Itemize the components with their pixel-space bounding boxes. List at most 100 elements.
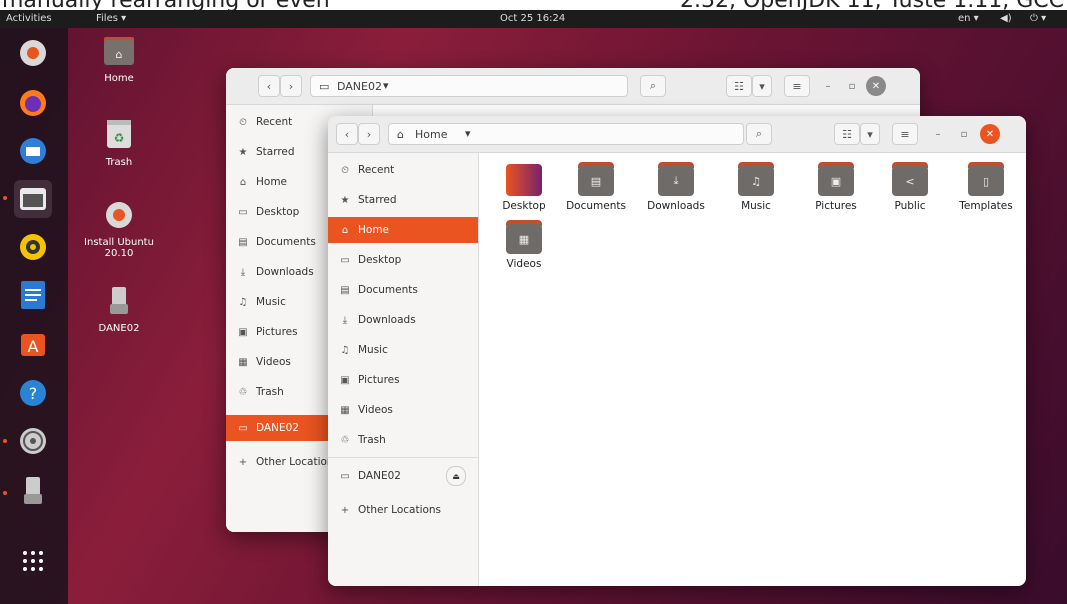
desktop-icon-install-ubuntu[interactable]: Install Ubuntu 20.10	[74, 200, 164, 259]
menu-button[interactable]: ≡	[784, 75, 810, 97]
sidebar-item-downloads[interactable]: ⤓ Downloads	[328, 307, 478, 333]
svg-text:?: ?	[29, 384, 38, 403]
path-bar[interactable]: ▭ DANE02 ▾	[310, 75, 628, 97]
folder-documents[interactable]: ▤ Documents	[560, 162, 632, 212]
plus-icon: +	[340, 504, 350, 516]
header-bar: ‹ › ▭ DANE02 ▾ ⌕ ☷ ▾ ≡ – ▫ ✕	[226, 68, 920, 105]
star-icon: ★	[238, 146, 248, 158]
minimize-button[interactable]: –	[818, 76, 838, 96]
firefox-icon[interactable]	[14, 84, 52, 122]
volume-icon[interactable]: ◀)	[1000, 13, 1012, 24]
download-icon: ⤓	[342, 314, 348, 326]
drive-icon: ▭	[340, 470, 350, 482]
rhythmbox-icon[interactable]	[14, 228, 52, 266]
svg-text:⌂: ⌂	[116, 48, 123, 61]
folder-music[interactable]: ♫ Music	[720, 162, 792, 212]
header-bar: ‹ › ⌂ Home ▾ ⌕ ☷ ▾ ≡ – ▫ ✕	[328, 116, 1026, 153]
chevron-down-icon[interactable]: ▾	[465, 127, 471, 140]
desktop-icon-label: Trash	[105, 157, 133, 168]
top-bar: Activities Files ▾ Oct 25 16:24 en ▾ ◀) …	[0, 10, 1067, 28]
drive-icon: ▭	[238, 422, 248, 434]
desktop-folder-icon	[506, 162, 542, 196]
software-icon[interactable]: A	[14, 324, 52, 362]
activities-button[interactable]: Activities	[6, 13, 52, 24]
power-menu[interactable]: ⏻ ▾	[1030, 13, 1046, 24]
menu-button[interactable]: ≡	[892, 123, 918, 145]
back-button[interactable]: ‹	[258, 75, 280, 97]
sidebar-item-recent[interactable]: ⏲ Recent	[328, 157, 478, 183]
dock: A ?	[0, 28, 68, 604]
home-icon: ⌂	[397, 128, 404, 141]
star-icon: ★	[340, 194, 350, 206]
usb-icon[interactable]	[14, 472, 52, 510]
video-icon: ▦	[340, 404, 350, 416]
sidebar-item-other-locations[interactable]: + Other Locations	[328, 497, 478, 523]
sidebar-item-music[interactable]: ♫ Music	[328, 337, 478, 363]
running-indicator	[3, 491, 7, 495]
desktop-icon: ▭	[340, 254, 350, 266]
view-options-button[interactable]: ▾	[860, 123, 880, 145]
desktop-icon-label: Install Ubuntu 20.10	[84, 237, 154, 259]
sidebar-item-starred[interactable]: ★ Starred	[328, 187, 478, 213]
thunderbird-icon[interactable]	[14, 132, 52, 170]
maximize-button[interactable]: ▫	[842, 76, 862, 96]
close-button[interactable]: ✕	[980, 124, 1000, 144]
path-bar[interactable]: ⌂ Home ▾	[388, 123, 744, 145]
music-folder-icon: ♫	[738, 162, 774, 196]
files-icon[interactable]	[14, 180, 52, 218]
help-icon[interactable]: ?	[14, 374, 52, 412]
folder-pictures[interactable]: ▣ Pictures	[800, 162, 872, 212]
sidebar-item-home[interactable]: ⌂ Home	[328, 217, 478, 243]
disc-icon[interactable]	[14, 422, 52, 460]
desktop-icon-label: Home	[104, 73, 134, 84]
search-button[interactable]: ⌕	[746, 123, 772, 145]
search-button[interactable]: ⌕	[640, 75, 666, 97]
close-button[interactable]: ✕	[866, 76, 886, 96]
forward-button[interactable]: ›	[358, 123, 380, 145]
path-location[interactable]: Home	[415, 128, 447, 141]
app-menu[interactable]: Files ▾	[96, 13, 126, 24]
desktop-icon-home[interactable]: ⌂ Home	[74, 36, 164, 84]
usb-drive-icon	[74, 286, 164, 319]
path-location[interactable]: DANE02	[337, 80, 382, 93]
sidebar-item-trash[interactable]: ♲ Trash	[328, 427, 478, 453]
maximize-button[interactable]: ▫	[954, 124, 974, 144]
folder-desktop[interactable]: Desktop	[488, 162, 560, 212]
clock[interactable]: Oct 25 16:24	[500, 13, 565, 24]
music-icon: ♫	[238, 296, 248, 308]
home-icon: ⌂	[239, 176, 247, 188]
sidebar-item-videos[interactable]: ▦ Videos	[328, 397, 478, 423]
sidebar-item-dane02[interactable]: ▭ DANE02 ⏏	[328, 463, 478, 489]
installer-icon	[74, 200, 164, 233]
view-toggle-button[interactable]: ☷	[726, 75, 752, 97]
sidebar-item-pictures[interactable]: ▣ Pictures	[328, 367, 478, 393]
language-indicator[interactable]: en ▾	[958, 13, 979, 24]
desktop-icon-dane02[interactable]: DANE02	[74, 286, 164, 334]
svg-text:A: A	[28, 337, 39, 356]
public-folder-icon: <	[892, 162, 928, 196]
eject-icon[interactable]: ⏏	[446, 466, 466, 486]
app-grid-icon[interactable]	[14, 542, 52, 580]
pictures-folder-icon: ▣	[818, 162, 854, 196]
desktop-icon-trash[interactable]: ♻ Trash	[74, 118, 164, 168]
folder-templates[interactable]: ▯ Templates	[950, 162, 1022, 212]
sidebar-item-documents[interactable]: ▤ Documents	[328, 277, 478, 303]
sidebar-item-desktop[interactable]: ▭ Desktop	[328, 247, 478, 273]
document-icon: ▤	[340, 284, 350, 296]
minimize-button[interactable]: –	[928, 124, 948, 144]
folder-videos[interactable]: ▦ Videos	[488, 220, 560, 270]
installer-icon[interactable]	[14, 34, 52, 72]
back-button[interactable]: ‹	[336, 123, 358, 145]
folder-public[interactable]: < Public	[874, 162, 946, 212]
home-folder-icon: ⌂	[74, 36, 164, 69]
folder-downloads[interactable]: ⤓ Downloads	[640, 162, 712, 212]
view-options-button[interactable]: ▾	[752, 75, 772, 97]
svg-text:♻: ♻	[114, 131, 125, 145]
picture-icon: ▣	[238, 326, 248, 338]
desktop-icon: ▭	[238, 206, 248, 218]
forward-button[interactable]: ›	[280, 75, 302, 97]
writer-icon[interactable]	[14, 276, 52, 314]
desktop-icon-label: DANE02	[98, 323, 140, 334]
chevron-down-icon[interactable]: ▾	[383, 79, 389, 92]
view-toggle-button[interactable]: ☷	[834, 123, 860, 145]
